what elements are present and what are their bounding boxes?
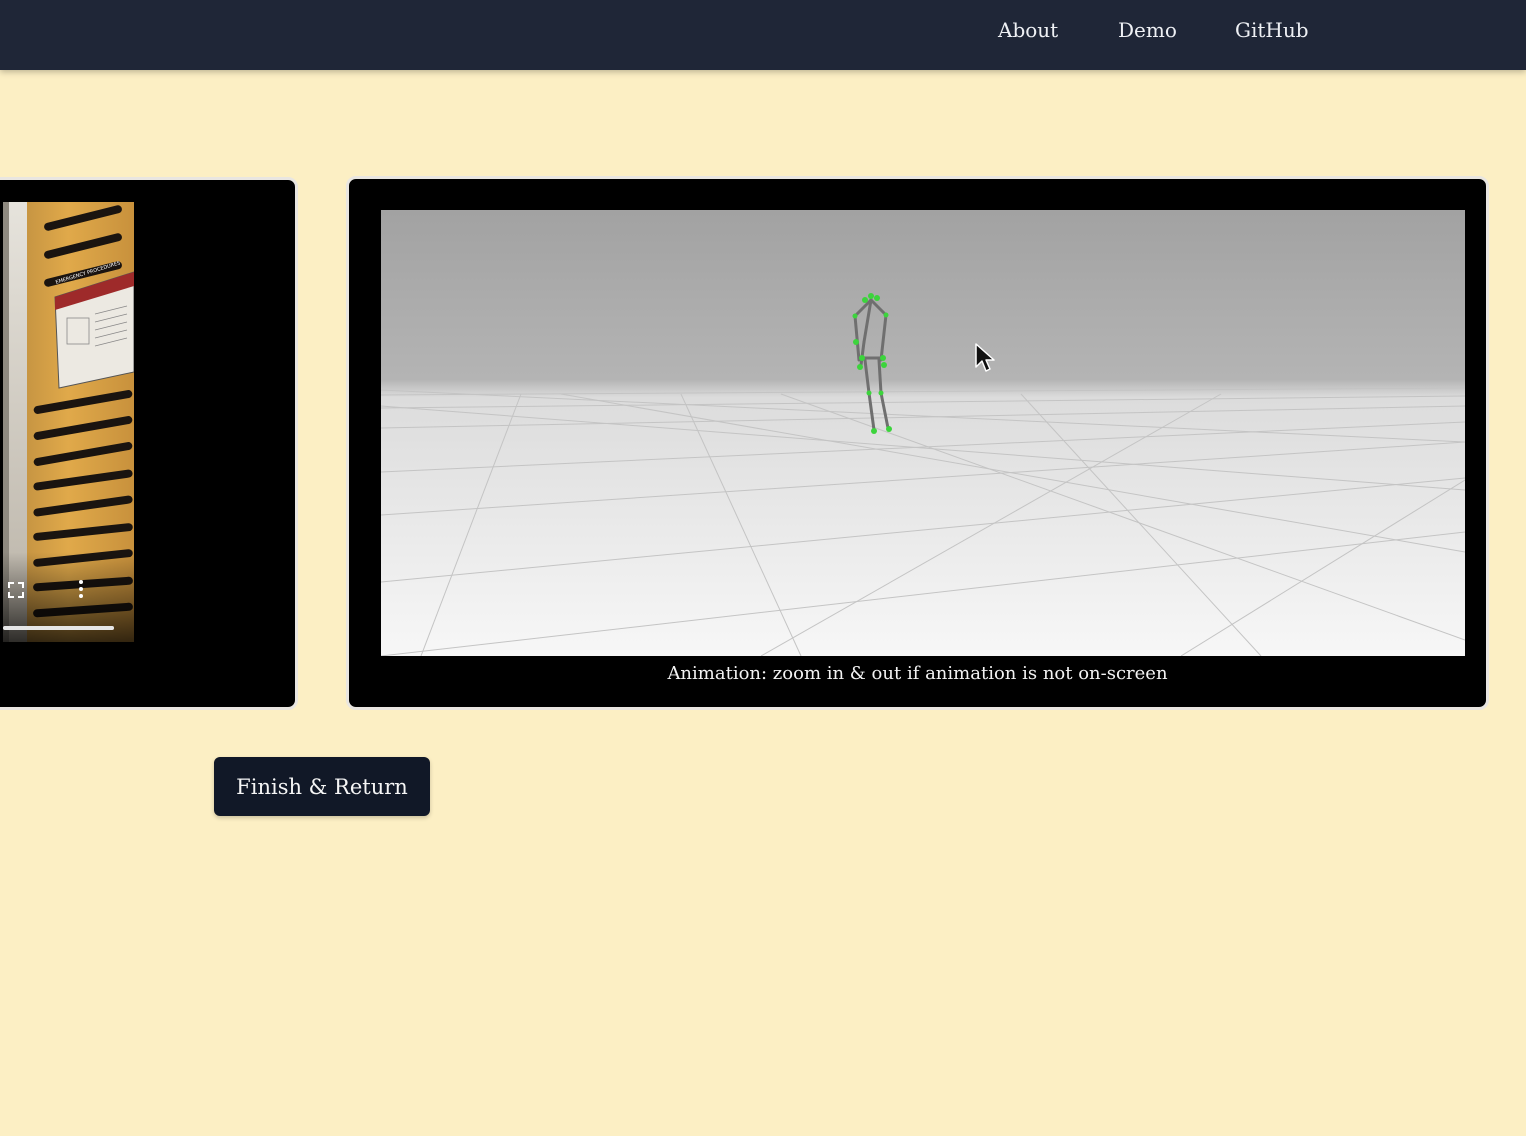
animation-caption: Animation: zoom in & out if animation is… — [667, 663, 1168, 684]
top-navbar: About Demo GitHub — [0, 0, 1526, 70]
more-vertical-icon[interactable] — [77, 579, 85, 602]
fullscreen-icon[interactable] — [7, 581, 25, 602]
animation-panel: Animation: zoom in & out if animation is… — [346, 176, 1489, 710]
nav-link-about[interactable]: About — [998, 18, 1058, 42]
3d-animation-viewport[interactable] — [380, 210, 1466, 657]
video-player[interactable]: EMERGENCY PROCEDURES — [3, 202, 134, 642]
video-progress-fill — [3, 626, 114, 630]
video-progress-bar[interactable] — [3, 626, 114, 630]
nav-link-demo[interactable]: Demo — [1118, 18, 1177, 42]
video-panel: EMERGENCY PROCEDURES — [0, 177, 298, 710]
skeleton-scene — [380, 210, 1466, 657]
nav-link-github[interactable]: GitHub — [1235, 18, 1309, 42]
finish-return-button[interactable]: Finish & Return — [214, 757, 430, 816]
